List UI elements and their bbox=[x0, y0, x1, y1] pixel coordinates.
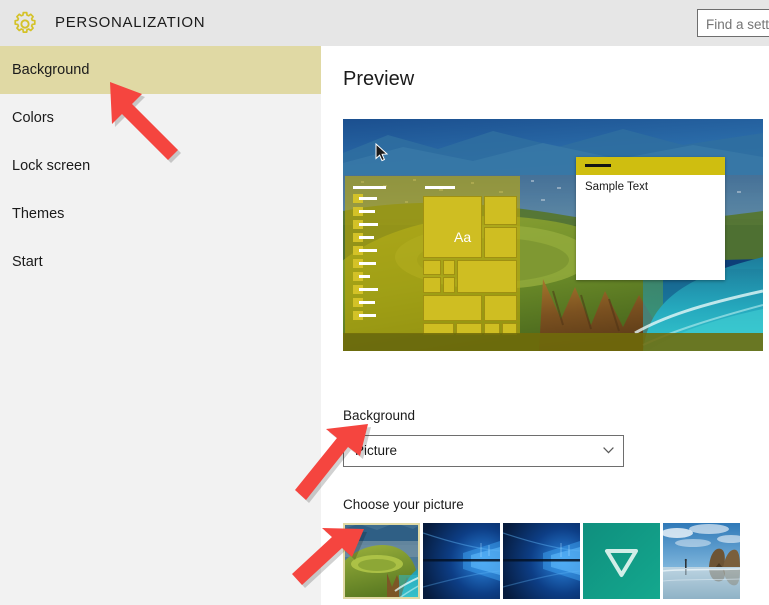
start-tile bbox=[457, 260, 517, 293]
app-list-line bbox=[359, 275, 370, 278]
thumbnail-windows-hero-blue-1[interactable] bbox=[423, 523, 500, 599]
sidebar-item-background[interactable]: Background bbox=[0, 46, 321, 94]
content-pane: Preview Aa Sample Text Background Pictur… bbox=[321, 46, 769, 605]
start-tile bbox=[443, 260, 455, 275]
sidebar-item-lock-screen[interactable]: Lock screen bbox=[0, 142, 321, 190]
thumbnail-image bbox=[503, 523, 580, 599]
background-type-value: Picture bbox=[355, 443, 398, 458]
preview-heading: Preview bbox=[343, 68, 415, 90]
desktop-preview: Aa Sample Text bbox=[343, 119, 763, 351]
start-tile bbox=[423, 295, 482, 321]
start-tile-large: Aa bbox=[423, 196, 482, 258]
thumbnail-hawaii-diamond-head[interactable] bbox=[343, 523, 420, 599]
thumbnail-image bbox=[583, 523, 660, 599]
gear-icon bbox=[14, 11, 36, 34]
sidebar: Background Colors Lock screen Themes Sta… bbox=[0, 46, 321, 605]
sample-window-dash bbox=[585, 164, 611, 167]
chevron-down-icon bbox=[603, 447, 614, 454]
taskbar-mockup bbox=[343, 333, 763, 351]
start-menu-mockup: Aa bbox=[345, 176, 520, 335]
sample-window-titlebar bbox=[576, 157, 725, 175]
app-list-line bbox=[359, 197, 377, 200]
app-list-line bbox=[359, 223, 378, 226]
thumbnail-beach-rock-arch[interactable] bbox=[663, 523, 740, 599]
background-type-select[interactable]: Picture bbox=[343, 435, 624, 467]
start-tile bbox=[423, 260, 441, 275]
search-input[interactable] bbox=[706, 14, 769, 34]
app-list-line bbox=[359, 288, 378, 291]
sidebar-item-start[interactable]: Start bbox=[0, 238, 321, 286]
start-menu-tiles: Aa bbox=[423, 196, 517, 335]
page-title: PERSONALIZATION bbox=[55, 14, 206, 31]
personalization-settings-window: PERSONALIZATION Background Colors Lock s… bbox=[0, 0, 769, 605]
thumbnail-image bbox=[663, 523, 740, 599]
sample-window-text: Sample Text bbox=[585, 181, 649, 193]
sample-window-mockup: Sample Text bbox=[576, 157, 725, 280]
sidebar-item-label: Colors bbox=[12, 110, 54, 126]
search-box[interactable] bbox=[697, 9, 769, 37]
sidebar-item-label: Start bbox=[12, 254, 43, 270]
title-bar: PERSONALIZATION bbox=[0, 0, 769, 46]
app-list-line bbox=[359, 249, 377, 252]
start-tile bbox=[484, 196, 517, 225]
sidebar-item-themes[interactable]: Themes bbox=[0, 190, 321, 238]
picture-thumbnail-list bbox=[343, 523, 769, 599]
start-tile bbox=[443, 277, 455, 293]
start-tile bbox=[423, 277, 441, 293]
arrow-cursor-icon bbox=[375, 143, 389, 162]
start-rail-header-line bbox=[353, 186, 386, 189]
sidebar-item-label: Background bbox=[12, 62, 90, 78]
start-tiles-header-line bbox=[425, 186, 455, 189]
app-list-line bbox=[359, 301, 375, 304]
sidebar-item-colors[interactable]: Colors bbox=[0, 94, 321, 142]
start-menu-app-list bbox=[353, 194, 363, 324]
sidebar-item-label: Themes bbox=[12, 206, 65, 222]
app-list-line bbox=[359, 314, 376, 317]
app-list-line bbox=[359, 236, 374, 239]
choose-picture-label: Choose your picture bbox=[343, 497, 464, 512]
tile-aa-label: Aa bbox=[454, 229, 472, 245]
app-list-line bbox=[359, 210, 375, 213]
sidebar-item-label: Lock screen bbox=[12, 158, 91, 174]
thumbnail-windows-hero-blue-2[interactable] bbox=[503, 523, 580, 599]
background-label: Background bbox=[343, 408, 416, 423]
start-tile bbox=[484, 227, 517, 258]
start-tile bbox=[484, 295, 517, 321]
thumbnail-image bbox=[343, 523, 420, 599]
app-list-line bbox=[359, 262, 376, 265]
thumbnail-teal-triangle-logo[interactable] bbox=[583, 523, 660, 599]
thumbnail-image bbox=[423, 523, 500, 599]
